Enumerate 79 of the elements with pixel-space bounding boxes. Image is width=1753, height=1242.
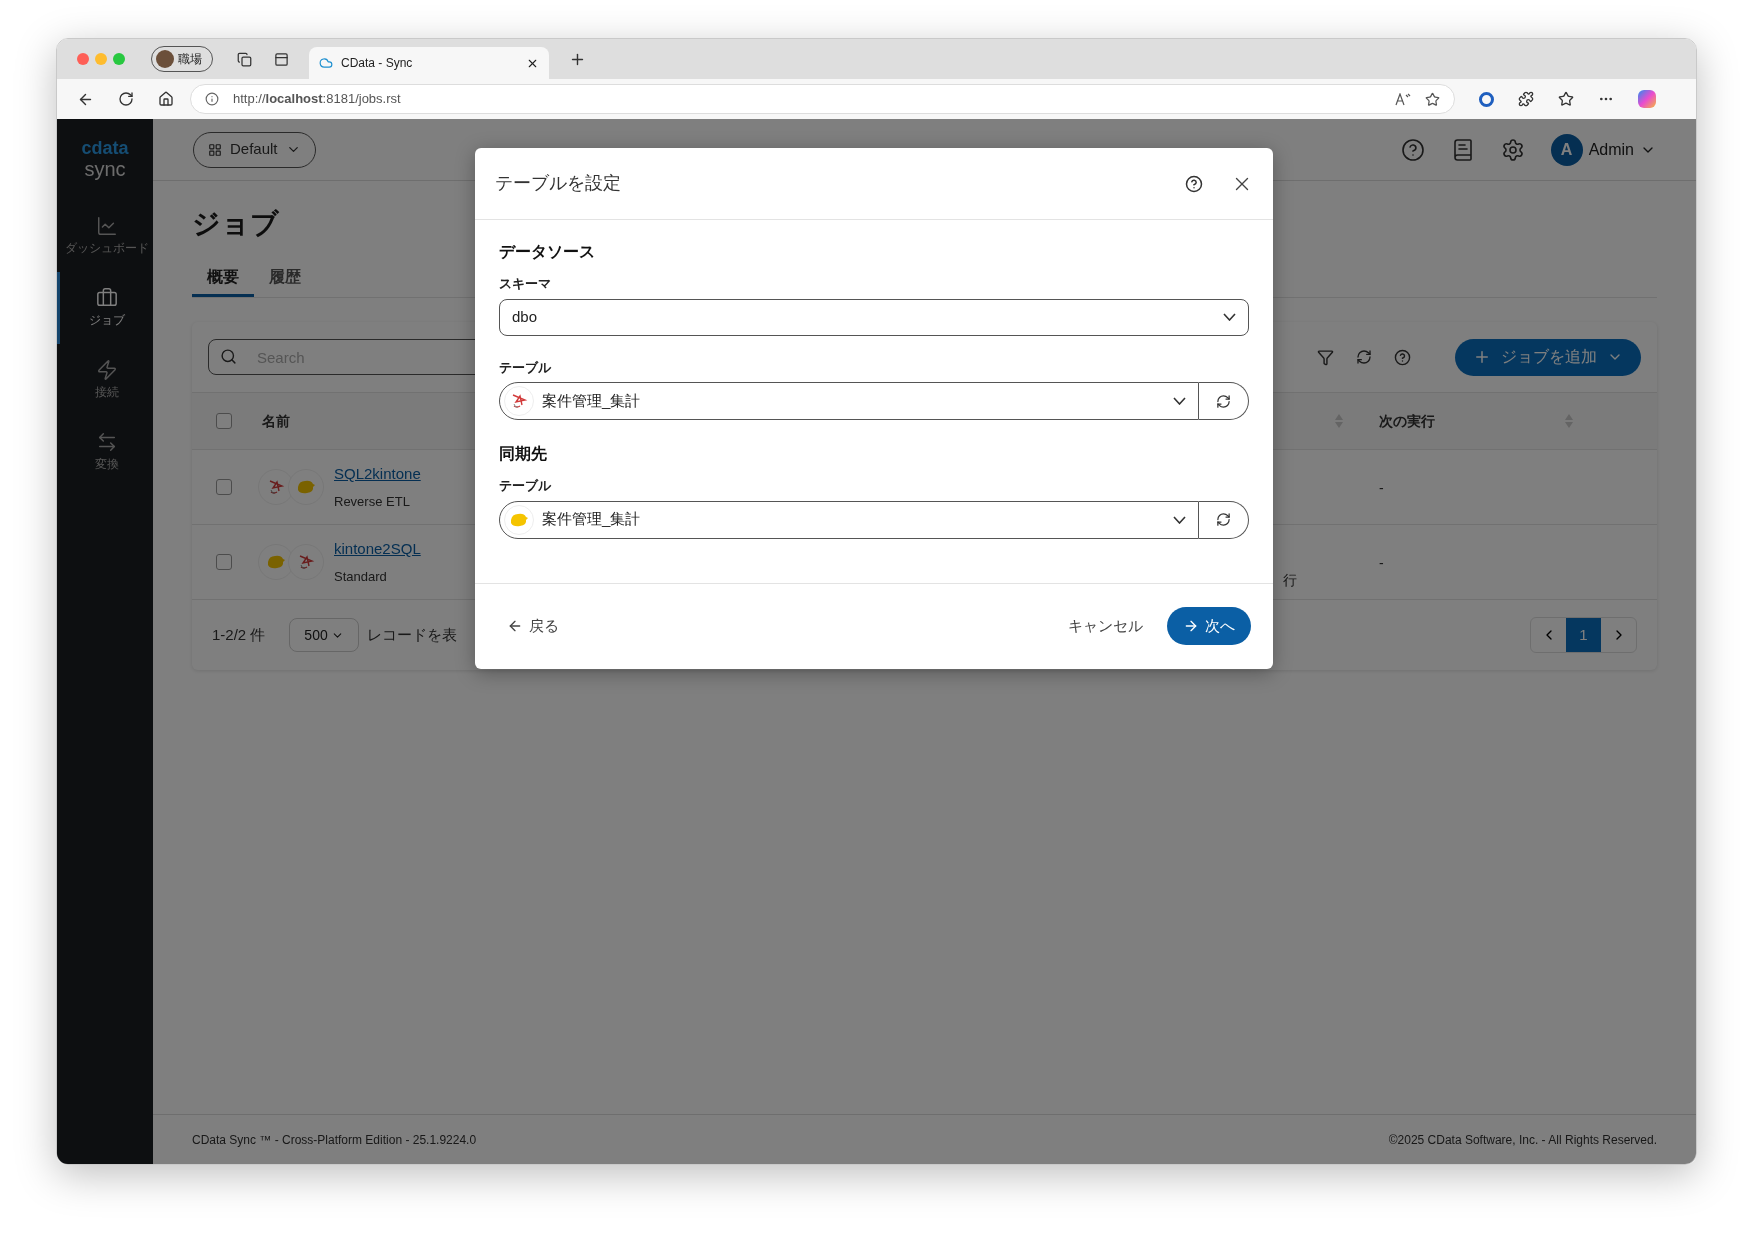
- records-label: レコードを表: [367, 624, 458, 645]
- browser-tab[interactable]: CData - Sync: [309, 47, 549, 79]
- dialog-title: テーブルを設定: [495, 172, 622, 195]
- table-cell: -: [1379, 555, 1384, 571]
- sidebar-item[interactable]: 変換: [57, 416, 153, 488]
- checkbox[interactable]: [216, 554, 232, 570]
- url-text: http://localhost:8181/jobs.rst: [233, 90, 402, 109]
- tab[interactable]: 概要: [192, 259, 254, 297]
- record-count: 1-2/2 件: [212, 624, 266, 645]
- refresh-icon: [1216, 393, 1231, 409]
- field-label: テーブル: [499, 477, 552, 495]
- settings-icon[interactable]: [1500, 137, 1525, 162]
- column-header[interactable]: 名前: [262, 410, 290, 432]
- connector-logo-icon: [509, 511, 529, 528]
- plus-icon: [1473, 348, 1491, 366]
- password-manager-icon[interactable]: [1479, 91, 1494, 107]
- help-icon[interactable]: [1185, 174, 1203, 193]
- logo-brand: cdata: [81, 139, 129, 157]
- logo-product: sync: [84, 157, 126, 182]
- sidebar-item[interactable]: 接続: [57, 344, 153, 416]
- refresh-icon[interactable]: [1356, 349, 1372, 365]
- url-field[interactable]: http://localhost:8181/jobs.rst: [190, 84, 1455, 114]
- sidebar-item[interactable]: ダッシュボード: [57, 200, 153, 272]
- arrow-left-icon: [507, 618, 523, 634]
- version-text: CData Sync ™ - Cross-Platform Edition - 25.1.9224.0: [192, 1131, 477, 1149]
- add-job-button[interactable]: ジョブを追加: [1455, 338, 1641, 376]
- connector-logo-icon: [297, 553, 315, 571]
- chevron-down-icon: [1223, 313, 1236, 321]
- favorite-icon[interactable]: [1425, 91, 1440, 107]
- schema-select[interactable]: dbo: [499, 298, 1249, 336]
- page-title: ジョブ: [192, 207, 280, 241]
- search-icon: [220, 348, 237, 365]
- table-cell: -: [1379, 480, 1384, 496]
- avatar-icon: [156, 50, 174, 68]
- tab-favicon-icon: [319, 56, 333, 70]
- copyright-text: ©2025 CData Software, Inc. - All Rights Reserved.: [1388, 1131, 1657, 1149]
- read-aloud-icon[interactable]: [1395, 92, 1411, 106]
- checkbox[interactable]: [216, 479, 232, 495]
- section-heading: 同期先: [499, 444, 548, 464]
- copilot-icon[interactable]: [1638, 90, 1656, 108]
- refresh-icon: [1216, 512, 1231, 527]
- grid-icon: [208, 142, 222, 157]
- cancel-button[interactable]: キャンセル: [1060, 614, 1151, 638]
- site-info-icon[interactable]: [205, 92, 219, 106]
- connector-logo-icon: [266, 554, 286, 570]
- tab-actions-icon[interactable]: [274, 51, 289, 67]
- workspaces-icon[interactable]: [237, 51, 252, 67]
- job-type: Standard: [334, 567, 388, 586]
- sidebar-item-icon: [95, 359, 118, 381]
- connector-logo-icon: [510, 392, 528, 410]
- chevron-down-icon: [1173, 397, 1186, 405]
- sidebar-item-icon: [95, 215, 118, 237]
- chevron-down-icon: [1173, 515, 1186, 524]
- favorites-icon[interactable]: [1558, 91, 1574, 107]
- field-label: スキーマ: [499, 275, 552, 293]
- section-heading: データソース: [499, 242, 596, 262]
- tab[interactable]: 履歴: [254, 259, 316, 297]
- user-menu-button[interactable]: A Admin: [1550, 133, 1656, 166]
- connector-logo-icon: [267, 478, 285, 496]
- checkbox[interactable]: [216, 413, 232, 429]
- extensions-icon[interactable]: [1518, 91, 1534, 107]
- user-avatar: A: [1550, 133, 1583, 166]
- table-cell-text: 行: [1283, 571, 1297, 590]
- connector-logo-icon: [296, 479, 316, 495]
- column-header[interactable]: 次の実行: [1379, 410, 1435, 432]
- home-icon[interactable]: [158, 91, 174, 107]
- filter-icon[interactable]: [1317, 348, 1334, 366]
- back-button[interactable]: 戻る: [497, 614, 569, 638]
- job-name-link[interactable]: kintone2SQL: [334, 538, 421, 561]
- field-label: テーブル: [499, 358, 552, 377]
- job-type: Reverse ETL: [334, 492, 411, 511]
- reload-icon[interactable]: [118, 91, 134, 107]
- job-name-link[interactable]: SQL2kintone: [334, 463, 421, 486]
- tab-title: CData - Sync: [341, 55, 414, 72]
- arrow-right-icon: [1183, 618, 1199, 634]
- page-button[interactable]: 1: [1566, 618, 1601, 652]
- page-size-select[interactable]: 500: [289, 618, 360, 652]
- sidebar-item-icon: [95, 287, 118, 309]
- next-button[interactable]: 次へ: [1167, 607, 1251, 645]
